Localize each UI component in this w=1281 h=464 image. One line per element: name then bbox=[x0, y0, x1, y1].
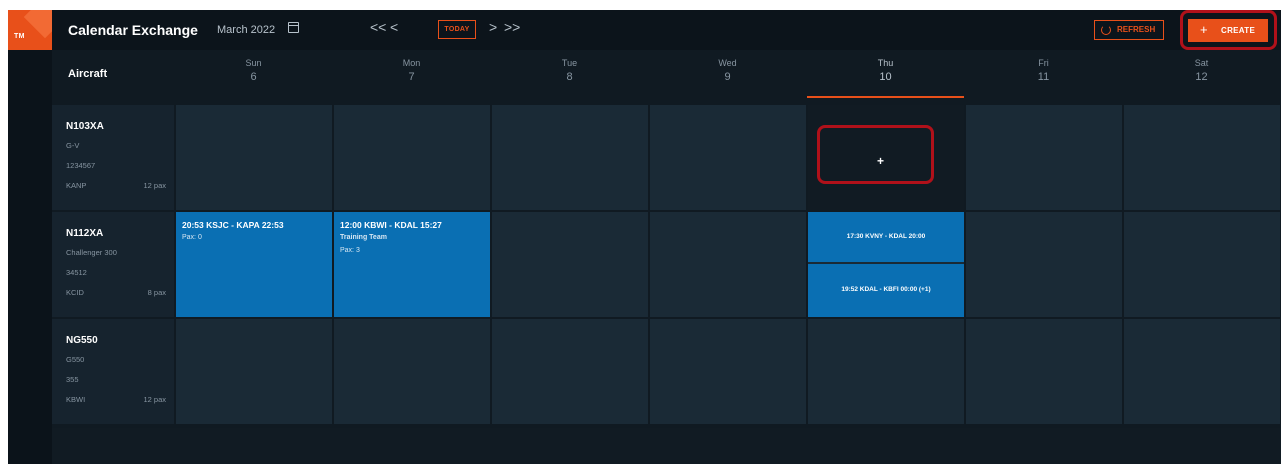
aircraft-pax: 8 pax bbox=[147, 288, 166, 297]
day-header-sun: Sun 6 bbox=[245, 58, 262, 83]
aircraft-base: KCID bbox=[66, 288, 84, 297]
add-event-highlight-box bbox=[817, 125, 934, 184]
aircraft-type: G-V bbox=[66, 141, 80, 150]
refresh-button[interactable]: REFRESH bbox=[1094, 20, 1164, 40]
event-pax: Pax: 3 bbox=[340, 247, 360, 254]
day-cell[interactable] bbox=[650, 319, 806, 424]
aircraft-row-ng550[interactable]: NG550 G550 355 KBWI 12 pax bbox=[52, 319, 174, 424]
aircraft-column-header: Aircraft bbox=[68, 68, 108, 80]
aircraft-base: KANP bbox=[66, 181, 87, 190]
footer-area bbox=[52, 428, 1281, 464]
day-header-mon: Mon 7 bbox=[402, 58, 421, 83]
calendar-icon[interactable] bbox=[288, 22, 299, 33]
event-card[interactable]: 20:53 KSJC - KAPA 22:53 Pax: 0 bbox=[176, 212, 332, 317]
aircraft-pax: 12 pax bbox=[143, 181, 166, 190]
day-cell[interactable] bbox=[334, 319, 490, 424]
day-cell[interactable] bbox=[1124, 105, 1280, 210]
day-cell[interactable] bbox=[650, 105, 806, 210]
aircraft-serial: 355 bbox=[66, 375, 79, 384]
top-bar: Calendar Exchange March 2022 << < TODAY … bbox=[52, 10, 1281, 50]
left-rail: TM bbox=[8, 10, 52, 464]
refresh-label: REFRESH bbox=[1117, 25, 1156, 34]
event-title: 12:00 KBWI - KDAL 15:27 bbox=[340, 220, 442, 230]
event-title: 17:30 KVNY - KDAL 20:00 bbox=[846, 233, 926, 240]
page-title: Calendar Exchange bbox=[68, 22, 198, 38]
day-cell[interactable] bbox=[334, 105, 490, 210]
refresh-icon bbox=[1101, 25, 1111, 35]
aircraft-pax: 12 pax bbox=[143, 395, 166, 404]
event-title: 19:52 KDAL - KBFI 00:00 (+1) bbox=[841, 286, 931, 293]
day-cell[interactable] bbox=[492, 212, 648, 317]
day-header-fri: Fri 11 bbox=[1037, 58, 1050, 83]
day-cell[interactable] bbox=[650, 212, 806, 317]
day-cell[interactable] bbox=[808, 319, 964, 424]
current-month[interactable]: March 2022 bbox=[217, 24, 275, 36]
aircraft-registration: NG550 bbox=[66, 335, 98, 346]
next-button[interactable]: > bbox=[489, 19, 497, 35]
day-header-tue: Tue 8 bbox=[561, 58, 578, 83]
aircraft-registration: N103XA bbox=[66, 121, 104, 132]
aircraft-serial: 1234567 bbox=[66, 161, 96, 170]
day-cell[interactable] bbox=[1124, 319, 1280, 424]
prev-fast-button[interactable]: << bbox=[370, 19, 386, 35]
aircraft-base: KBWI bbox=[66, 395, 86, 404]
aircraft-type: Challenger 300 bbox=[66, 248, 117, 257]
day-header-sat: Sat 12 bbox=[1194, 58, 1209, 83]
app-logo[interactable]: TM bbox=[8, 10, 52, 50]
day-cell[interactable] bbox=[176, 105, 332, 210]
day-header-thu: Thu 10 bbox=[807, 50, 964, 98]
aircraft-type: G550 bbox=[66, 355, 85, 364]
aircraft-row-n103xa[interactable]: N103XA G-V 1234567 KANP 12 pax bbox=[52, 105, 174, 210]
day-cell[interactable] bbox=[966, 319, 1122, 424]
day-header-wed: Wed 9 bbox=[718, 58, 737, 83]
event-pax: Pax: 0 bbox=[182, 234, 202, 241]
day-cell[interactable] bbox=[966, 105, 1122, 210]
day-cell[interactable] bbox=[492, 105, 648, 210]
next-fast-button[interactable]: >> bbox=[504, 19, 520, 35]
event-card[interactable]: 19:52 KDAL - KBFI 00:00 (+1) bbox=[808, 264, 964, 317]
day-cell[interactable] bbox=[492, 319, 648, 424]
day-cell[interactable] bbox=[1124, 212, 1280, 317]
day-cell[interactable] bbox=[176, 319, 332, 424]
event-title: 20:53 KSJC - KAPA 22:53 bbox=[182, 220, 284, 230]
app-window: TM Calendar Exchange March 2022 << < TOD… bbox=[8, 10, 1281, 464]
event-card[interactable]: 12:00 KBWI - KDAL 15:27 Training Team Pa… bbox=[334, 212, 490, 317]
logo-text: TM bbox=[14, 33, 25, 40]
aircraft-row-n112xa[interactable]: N112XA Challenger 300 34512 KCID 8 pax bbox=[52, 212, 174, 317]
event-card[interactable]: 17:30 KVNY - KDAL 20:00 bbox=[808, 212, 964, 262]
prev-button[interactable]: < bbox=[390, 19, 398, 35]
create-highlight-box bbox=[1180, 10, 1277, 50]
event-team: Training Team bbox=[340, 234, 387, 241]
day-cell[interactable] bbox=[966, 212, 1122, 317]
aircraft-registration: N112XA bbox=[66, 228, 104, 239]
today-button[interactable]: TODAY bbox=[438, 20, 476, 39]
aircraft-serial: 34512 bbox=[66, 268, 87, 277]
